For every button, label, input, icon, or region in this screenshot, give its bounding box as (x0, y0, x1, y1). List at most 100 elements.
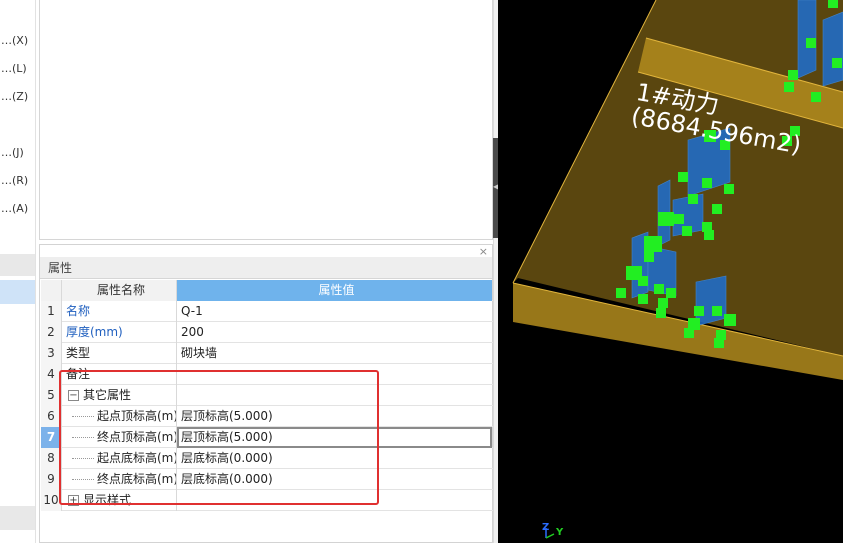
property-name: 终点顶标高(m) (62, 427, 177, 448)
marker (704, 230, 714, 240)
table-row[interactable]: 8 起点底标高(m) 层底标高(0.000) (41, 448, 493, 469)
3d-viewport[interactable]: 1#动力 (8684.596m2) Z Y (498, 0, 843, 543)
property-value-input[interactable] (177, 364, 492, 385)
property-label: 终点底标高(m) (97, 472, 177, 486)
wall-segment[interactable] (822, 11, 843, 87)
table-row[interactable]: 10 + 显示样式 (41, 490, 493, 511)
menu-band-bottom (0, 506, 35, 530)
properties-grid: 属性名称 属性值 1 名称 Q-1 2 厚度(mm) 200 3 类型 砌块墙 … (41, 280, 493, 511)
property-label: 终点顶标高(m) (97, 430, 177, 444)
marker (674, 214, 684, 224)
row-num: 5 (41, 385, 62, 406)
row-num: 10 (41, 490, 62, 511)
marker (832, 58, 842, 68)
menu-item-j[interactable]: …(J) (0, 146, 35, 164)
tree-connector (72, 458, 94, 459)
row-num: 7 (41, 427, 62, 448)
marker (724, 314, 736, 326)
menu-item-r[interactable]: …(R) (0, 174, 35, 192)
row-num: 2 (41, 322, 62, 343)
menu-item-x[interactable]: …(X) (0, 34, 35, 52)
marker (724, 184, 734, 194)
property-value-input[interactable]: 层顶标高(5.000) (177, 427, 492, 448)
marker (684, 328, 694, 338)
marker (828, 0, 838, 8)
marker (784, 82, 794, 92)
property-value-input[interactable]: 层底标高(0.000) (177, 469, 492, 490)
marker (644, 252, 654, 262)
grid-header: 属性名称 属性值 (41, 280, 493, 301)
property-name: 名称 (62, 301, 177, 322)
wall-segment[interactable] (695, 275, 727, 327)
marker (811, 92, 821, 102)
table-row[interactable]: 5 − 其它属性 (41, 385, 493, 406)
marker (658, 212, 674, 226)
table-row-selected[interactable]: 7 终点顶标高(m) 层顶标高(5.000) (41, 427, 493, 448)
table-row[interactable]: 2 厚度(mm) 200 (41, 322, 493, 343)
expand-icon[interactable]: + (68, 495, 79, 506)
axis-y-label: Y (556, 527, 564, 538)
left-menu-strip: …(X) …(L) …(Z) …(J) …(R) …(A) (0, 0, 36, 543)
menu-band-selected[interactable] (0, 280, 35, 304)
table-row[interactable]: 1 名称 Q-1 (41, 301, 493, 322)
table-row[interactable]: 6 起点顶标高(m) 层顶标高(5.000) (41, 406, 493, 427)
property-value-input[interactable]: 层底标高(0.000) (177, 448, 492, 469)
menu-item-l[interactable]: …(L) (0, 62, 35, 80)
tree-connector (72, 416, 94, 417)
collapse-icon[interactable]: − (68, 390, 79, 401)
property-group-name[interactable]: + 显示样式 (62, 490, 177, 511)
table-row[interactable]: 3 类型 砌块墙 (41, 343, 493, 364)
top-panel (39, 0, 493, 240)
row-num: 9 (41, 469, 62, 490)
group-label: 显示样式 (83, 493, 132, 507)
property-value (177, 490, 492, 511)
menu-item-z[interactable]: …(Z) (0, 90, 35, 108)
tree-connector (72, 479, 94, 480)
marker (658, 298, 668, 308)
header-property-name[interactable]: 属性名称 (62, 280, 177, 301)
marker (806, 38, 816, 48)
property-label: 起点顶标高(m) (97, 409, 177, 423)
marker (616, 288, 626, 298)
row-num: 4 (41, 364, 62, 385)
property-value-input[interactable]: Q-1 (177, 301, 492, 322)
menu-band (0, 254, 35, 276)
table-row[interactable]: 4 备注 (41, 364, 493, 385)
property-name: 起点顶标高(m) (62, 406, 177, 427)
marker (656, 308, 666, 318)
property-value-input[interactable]: 砌块墙 (177, 343, 492, 364)
property-group-name[interactable]: − 其它属性 (62, 385, 177, 406)
marker (788, 70, 798, 80)
row-num: 1 (41, 301, 62, 322)
marker (712, 306, 722, 316)
menu-item-a[interactable]: …(A) (0, 202, 35, 220)
header-property-value[interactable]: 属性值 (177, 280, 492, 301)
marker (702, 178, 712, 188)
property-value-input[interactable]: 层顶标高(5.000) (177, 406, 492, 427)
properties-panel: × 属性 属性名称 属性值 1 名称 Q-1 2 厚度(mm) 200 3 类型… (39, 244, 493, 543)
marker (644, 236, 662, 252)
properties-title: 属性 (40, 257, 492, 279)
marker (682, 226, 692, 236)
table-row[interactable]: 9 终点底标高(m) 层底标高(0.000) (41, 469, 493, 490)
property-name: 备注 (62, 364, 177, 385)
tree-connector (72, 437, 94, 438)
property-name: 厚度(mm) (62, 322, 177, 343)
marker (654, 284, 664, 294)
marker (638, 276, 648, 286)
marker (712, 204, 722, 214)
property-value-input[interactable]: 200 (177, 322, 492, 343)
marker (638, 294, 648, 304)
property-label: 起点底标高(m) (97, 451, 177, 465)
group-label: 其它属性 (83, 388, 132, 402)
y-axis-line (545, 533, 555, 539)
property-name: 终点底标高(m) (62, 469, 177, 490)
header-num (41, 280, 62, 301)
marker (666, 288, 676, 298)
property-name: 起点底标高(m) (62, 448, 177, 469)
marker (714, 338, 724, 348)
marker (678, 172, 688, 182)
axis-z-label: Z (542, 522, 550, 533)
marker (694, 306, 704, 316)
property-name: 类型 (62, 343, 177, 364)
